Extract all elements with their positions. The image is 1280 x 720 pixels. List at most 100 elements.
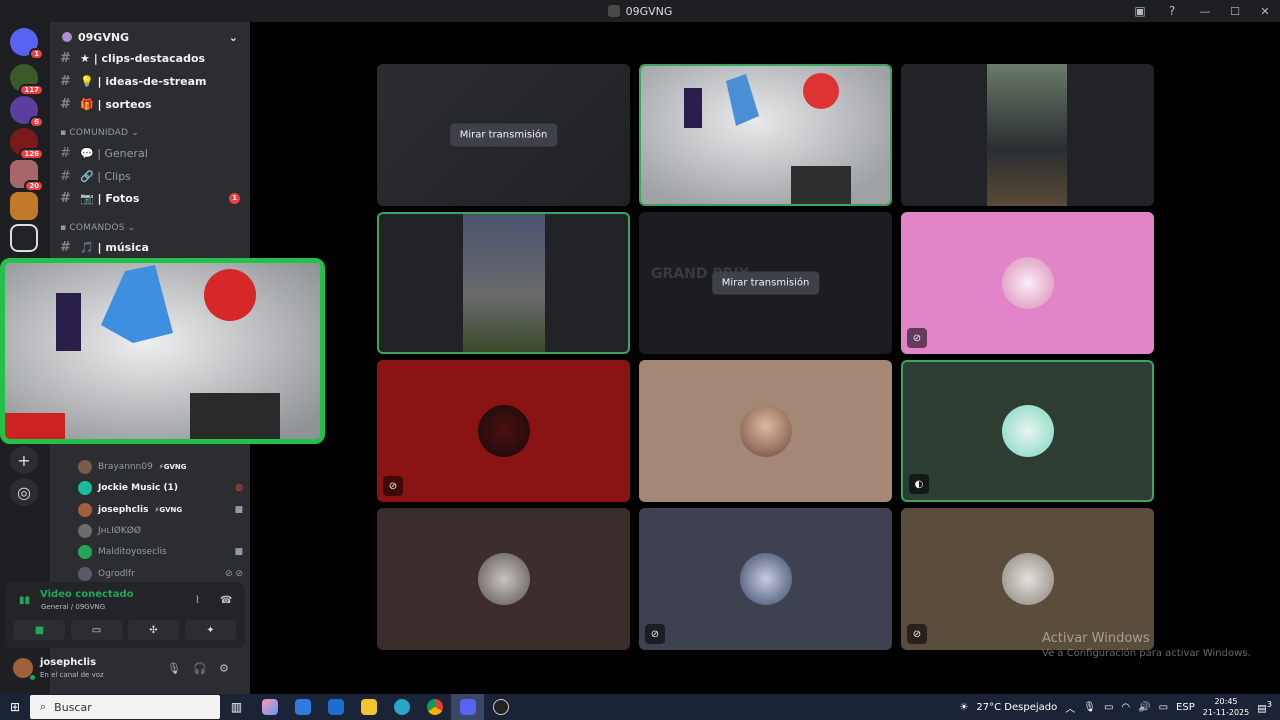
notification-icon[interactable]: ▤3: [1257, 699, 1272, 714]
server-icon[interactable]: [10, 192, 38, 220]
watch-stream-button[interactable]: Mirar transmisión: [449, 123, 558, 147]
maximize-button[interactable]: ☐: [1220, 5, 1250, 18]
start-button[interactable]: ⊞: [0, 700, 30, 714]
watch-stream-button[interactable]: Mirar transmisión: [711, 271, 820, 295]
minimize-button[interactable]: —: [1190, 5, 1220, 18]
explore-icon[interactable]: ◎: [10, 478, 38, 506]
disconnect-icon[interactable]: ☎: [220, 595, 232, 606]
video-tile[interactable]: ◐: [901, 360, 1154, 502]
avatar: [739, 405, 792, 457]
camera-button[interactable]: ■: [14, 620, 65, 640]
microphone-icon[interactable]: 🎙: [1083, 702, 1096, 713]
discord-home-icon[interactable]: 1: [10, 28, 44, 60]
voice-member[interactable]: Ogrodlfr ⊘ ⊘: [78, 565, 243, 583]
activities-button[interactable]: ✣: [128, 620, 179, 640]
video-tile[interactable]: ⊘: [901, 212, 1154, 354]
copilot-icon[interactable]: [253, 694, 286, 720]
channel-clips[interactable]: # 🔗 | Clips: [60, 166, 240, 186]
wifi-icon[interactable]: ◠: [1121, 702, 1130, 713]
channel-sorteos[interactable]: # 🎁 | sorteos: [60, 94, 240, 114]
language-indicator[interactable]: ESP: [1176, 702, 1195, 713]
video-grid: Mirar transmisión GRAND PRIX Mirar trans…: [250, 22, 1280, 694]
system-tray: ☀ 27°C Despejado ︿ 🎙 ▭ ◠ 🔊 ▭ ESP 20:45 2…: [959, 694, 1280, 720]
stream-tile[interactable]: GRAND PRIX Mirar transmisión: [639, 212, 892, 354]
voice-member[interactable]: josephclis ⚡GVNG ■: [78, 501, 243, 519]
hash-icon: #: [60, 96, 71, 112]
channel-fotos[interactable]: # 📷 | Fotos 1: [60, 188, 240, 208]
voice-member[interactable]: JʜʟIØKØØ: [78, 522, 243, 540]
inbox-icon[interactable]: ▣: [1132, 3, 1148, 19]
server-icon[interactable]: 117: [10, 64, 44, 96]
volume-icon[interactable]: 🔊: [1138, 702, 1150, 713]
file-explorer-icon[interactable]: [352, 694, 385, 720]
video-tile[interactable]: ⊘: [639, 508, 892, 650]
outlook-icon[interactable]: [319, 694, 352, 720]
discord-taskbar-icon[interactable]: [451, 694, 484, 720]
category-comunidad[interactable]: ▪ COMUNIDAD ⌄: [60, 128, 139, 138]
window-titlebar: 09GVNG ▣ ? — ☐ ✕: [0, 0, 1280, 22]
avatar: [78, 545, 92, 559]
channel-ideas-de-stream[interactable]: # 💡 | ideas-de-stream: [60, 71, 240, 91]
activate-windows-subtitle: Ve a Configuración para activar Windows.: [1042, 648, 1251, 659]
clock[interactable]: 20:45 21-11-2025: [1203, 696, 1250, 718]
video-icon: ■: [234, 505, 243, 515]
help-icon[interactable]: ?: [1164, 3, 1180, 19]
video-tile[interactable]: ⊘: [377, 360, 630, 502]
chevron-up-icon[interactable]: ︿: [1065, 700, 1075, 715]
camera-icon: ■: [34, 624, 45, 636]
mention-badge: 1: [229, 192, 240, 204]
user-panel: josephclis En el canal de voz 🎙 🎧 ⚙: [5, 652, 245, 688]
noise-suppression-icon[interactable]: ⌇: [195, 595, 200, 606]
avatar: [1001, 257, 1054, 309]
task-view-icon[interactable]: ▥: [220, 694, 253, 720]
server-icon[interactable]: 126: [10, 128, 44, 160]
store-icon[interactable]: [286, 694, 319, 720]
taskbar-search-input[interactable]: ⌕ Buscar: [30, 695, 220, 719]
microphone-icon[interactable]: 🎙: [167, 662, 181, 675]
weather-text[interactable]: 27°C Despejado: [976, 702, 1057, 713]
voice-member[interactable]: Jockie Music (1) ◍: [78, 479, 243, 497]
server-icon[interactable]: 6: [10, 96, 44, 128]
voice-member[interactable]: Malditoyoseclis ■: [78, 543, 243, 561]
channel-clips-destacados[interactable]: # ★ | clips-destacados: [60, 48, 240, 68]
avatar: [78, 481, 92, 495]
chrome-icon[interactable]: [418, 694, 451, 720]
voice-member[interactable]: Brayannn09 ⚡GVNG: [78, 458, 243, 476]
battery-icon[interactable]: ▭: [1159, 702, 1168, 713]
muted-deafened-icon: ⊘ ⊘: [225, 569, 243, 579]
avatar: [78, 567, 92, 581]
add-server-icon[interactable]: +: [10, 446, 38, 474]
category-comandos[interactable]: ▪ COMANDOS ⌄: [60, 223, 136, 233]
voice-status[interactable]: Video conectado: [40, 589, 133, 600]
popout-camera-preview[interactable]: [0, 258, 325, 444]
channel-general[interactable]: # 💬 | General: [60, 143, 240, 163]
popout-feed-drawing: [5, 263, 320, 439]
close-button[interactable]: ✕: [1250, 5, 1280, 18]
obs-icon[interactable]: [484, 694, 517, 720]
headphones-icon[interactable]: 🎧: [193, 662, 207, 675]
edge-icon[interactable]: [385, 694, 418, 720]
avatar: [1001, 553, 1054, 605]
twitch-icon[interactable]: [10, 224, 38, 252]
video-tile[interactable]: [377, 212, 630, 354]
muted-mic-icon: ⊘: [907, 328, 927, 348]
gear-icon[interactable]: ⚙: [219, 662, 229, 675]
video-tile[interactable]: [639, 64, 892, 206]
video-tile[interactable]: ⊘: [901, 508, 1154, 650]
deafened-icon: ◐: [909, 474, 929, 494]
video-tile[interactable]: [639, 360, 892, 502]
weather-icon[interactable]: ☀: [959, 702, 968, 713]
channel-musica[interactable]: # 🎵 | música: [60, 237, 240, 257]
share-screen-button[interactable]: ▭: [71, 620, 122, 640]
video-tile[interactable]: [901, 64, 1154, 206]
network-icon[interactable]: ▭: [1104, 702, 1113, 713]
hash-icon: #: [60, 73, 71, 89]
voice-location[interactable]: General / 09GVNG: [41, 603, 105, 611]
soundboard-button[interactable]: ✦: [185, 620, 236, 640]
camera-feed: [641, 66, 890, 204]
stream-tile[interactable]: Mirar transmisión: [377, 64, 630, 206]
server-icon[interactable]: 20: [10, 160, 44, 192]
avatar: [739, 553, 792, 605]
camera-feed: [987, 64, 1067, 206]
video-tile[interactable]: [377, 508, 630, 650]
